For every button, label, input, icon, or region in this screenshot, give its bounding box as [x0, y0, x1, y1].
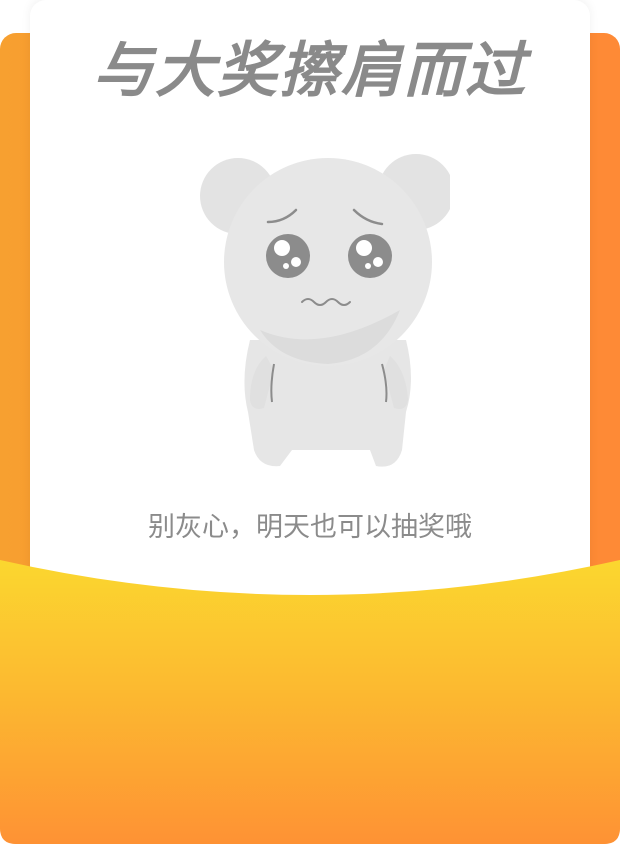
result-title: 与大奖擦肩而过 [93, 36, 527, 106]
sad-bear-icon [200, 154, 450, 467]
envelope-front [0, 560, 620, 844]
